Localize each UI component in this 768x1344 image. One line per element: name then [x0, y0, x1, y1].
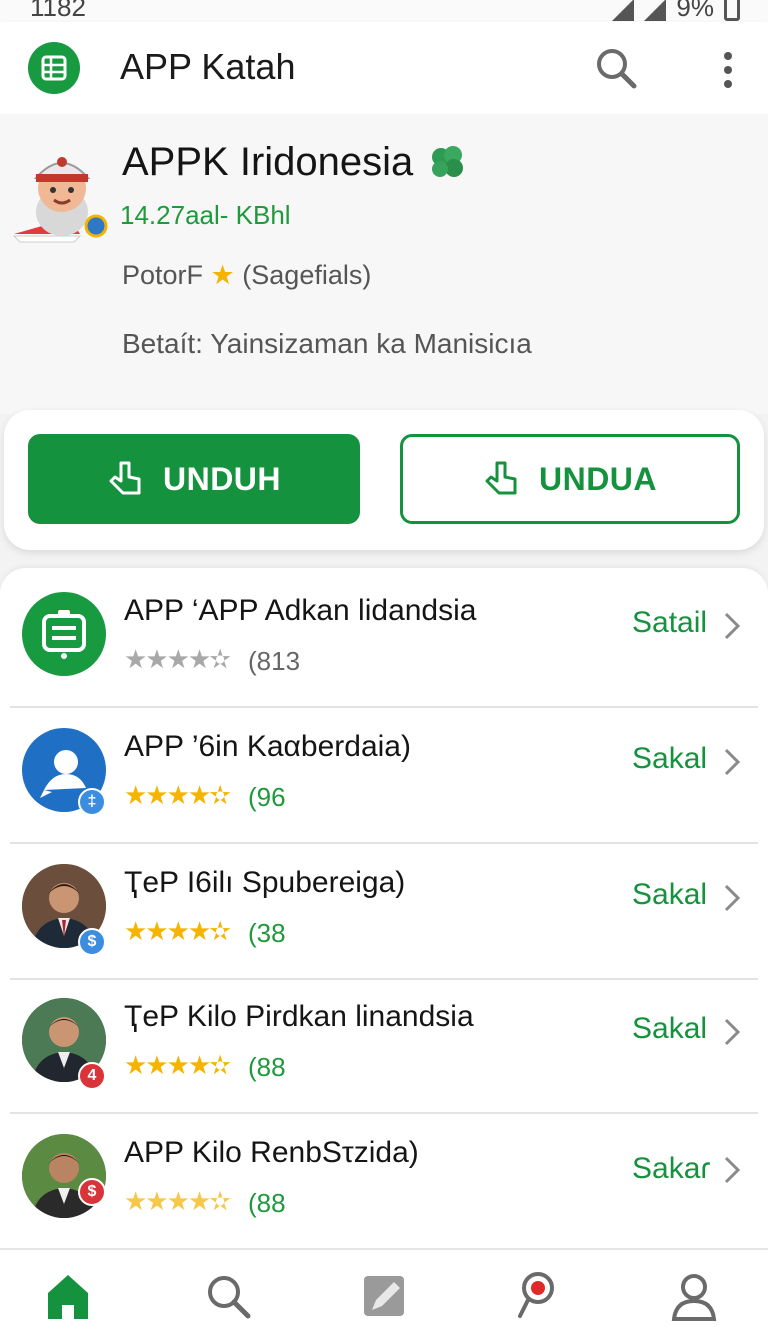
hero-title: APPK Iridonesia [122, 140, 467, 185]
app-bar: APP Katah [0, 22, 768, 114]
badge: $ [78, 928, 106, 956]
download-hand-icon-outline [485, 461, 517, 495]
bottom-nav [0, 1248, 768, 1344]
app-hero: APPK Iridonesia 14.27aal- KBhl PotorF ★ … [0, 114, 768, 414]
badge: ‡ [78, 788, 106, 816]
nav-profile-icon[interactable] [666, 1268, 722, 1324]
nav-edit-icon[interactable] [356, 1268, 412, 1324]
mascot-logo [10, 138, 114, 248]
chevron-right-icon[interactable] [722, 882, 742, 914]
rating-stars: ★★★★✫ [124, 780, 231, 810]
list-item[interactable]: 4 ҬeP Kilo Pirdkan linandsia ★★★★✫ (88 S… [0, 978, 768, 1114]
hero-rating-prefix: PotorF [122, 260, 204, 290]
list-item-title: ҬeP I6ilı Spubereiga) [124, 866, 406, 899]
list-item-action[interactable]: Satail [632, 606, 707, 640]
battery-icon [724, 0, 740, 21]
chevron-right-icon[interactable] [722, 1154, 742, 1186]
download-hand-icon [109, 461, 141, 495]
download-button-primary[interactable]: UNDUH [28, 434, 360, 524]
list-item-title: APP ‘APP Adkan lidandsia [124, 594, 477, 627]
status-time: 1182 [30, 0, 86, 22]
star-icon: ★ [210, 260, 235, 290]
list-item[interactable]: ‡ APP ’6in Kaαberdaia) ★★★★✫ (96 Sakal [0, 708, 768, 844]
list-item-title: APP Kilo RenbSτzida) [124, 1136, 419, 1169]
signal-icon-2 [644, 0, 667, 21]
list-item-title: APP ’6in Kaαberdaia) [124, 730, 411, 763]
status-bar: 1182 9% [0, 0, 768, 22]
rating-count: (38 [248, 918, 286, 948]
list-item-action[interactable]: Sakal [632, 878, 707, 912]
search-icon[interactable] [592, 44, 640, 92]
chevron-right-icon[interactable] [722, 1016, 742, 1048]
signal-icon [612, 0, 635, 21]
nav-home-icon[interactable] [40, 1268, 96, 1324]
clover-icon [432, 145, 464, 177]
rating-count: (96 [248, 782, 286, 812]
list-item[interactable]: $ ҬeP I6ilı Spubereiga) ★★★★✫ (38 Sakal [0, 844, 768, 980]
app-logo-icon[interactable] [28, 42, 80, 94]
chevron-right-icon[interactable] [722, 746, 742, 778]
hero-title-text: APPK Iridonesia [122, 140, 414, 184]
hero-rating-suffix: (Sagefials) [242, 260, 372, 290]
more-vert-icon[interactable] [712, 46, 744, 94]
status-icons: 9% [612, 0, 740, 22]
list-item[interactable]: APP ‘APP Adkan lidandsia ★★★★✫ (813 Sata… [0, 572, 768, 708]
list-item[interactable]: $ APP Kilo RenbSτzida) ★★★★✫ (88 Sakaɾ [0, 1114, 768, 1248]
download-button-card: UNDUH UNDUA [4, 410, 764, 550]
hero-rating: PotorF ★ (Sagefials) [122, 260, 371, 291]
badge: 4 [78, 1062, 106, 1090]
list-item-action[interactable]: Sakal [632, 1012, 707, 1046]
app-title: APP Katah [120, 46, 296, 87]
download-button-secondary-label: UNDUA [538, 460, 658, 497]
download-button-secondary[interactable]: UNDUA [400, 434, 740, 524]
rating-count: (88 [248, 1188, 286, 1218]
hero-size: 14.27aal- KBhl [120, 200, 291, 230]
list-item-action[interactable]: Sakaɾ [632, 1152, 710, 1186]
rating-count: (813 [248, 646, 301, 676]
rating-stars: ★★★★✫ [124, 1186, 231, 1216]
nav-search-icon[interactable] [200, 1268, 256, 1324]
badge: $ [78, 1178, 106, 1206]
download-button-primary-label: UNDUH [162, 460, 282, 497]
app-list: APP ‘APP Adkan lidandsia ★★★★✫ (813 Sata… [0, 568, 768, 1248]
rating-count: (88 [248, 1052, 286, 1082]
battery-text: 9% [676, 0, 714, 22]
rating-stars: ★★★★✫ [124, 644, 231, 674]
rating-stars: ★★★★✫ [124, 1050, 231, 1080]
list-item-action[interactable]: Sakal [632, 742, 707, 776]
hero-description: Betaít: Yainsizaman ka Manisicıa [122, 328, 532, 359]
list-item-title: ҬeP Kilo Pirdkan linandsia [124, 1000, 474, 1033]
nav-location-icon[interactable] [508, 1268, 564, 1324]
rating-stars: ★★★★✫ [124, 916, 231, 946]
chevron-right-icon[interactable] [722, 610, 742, 642]
app-icon-sheet [22, 592, 106, 676]
